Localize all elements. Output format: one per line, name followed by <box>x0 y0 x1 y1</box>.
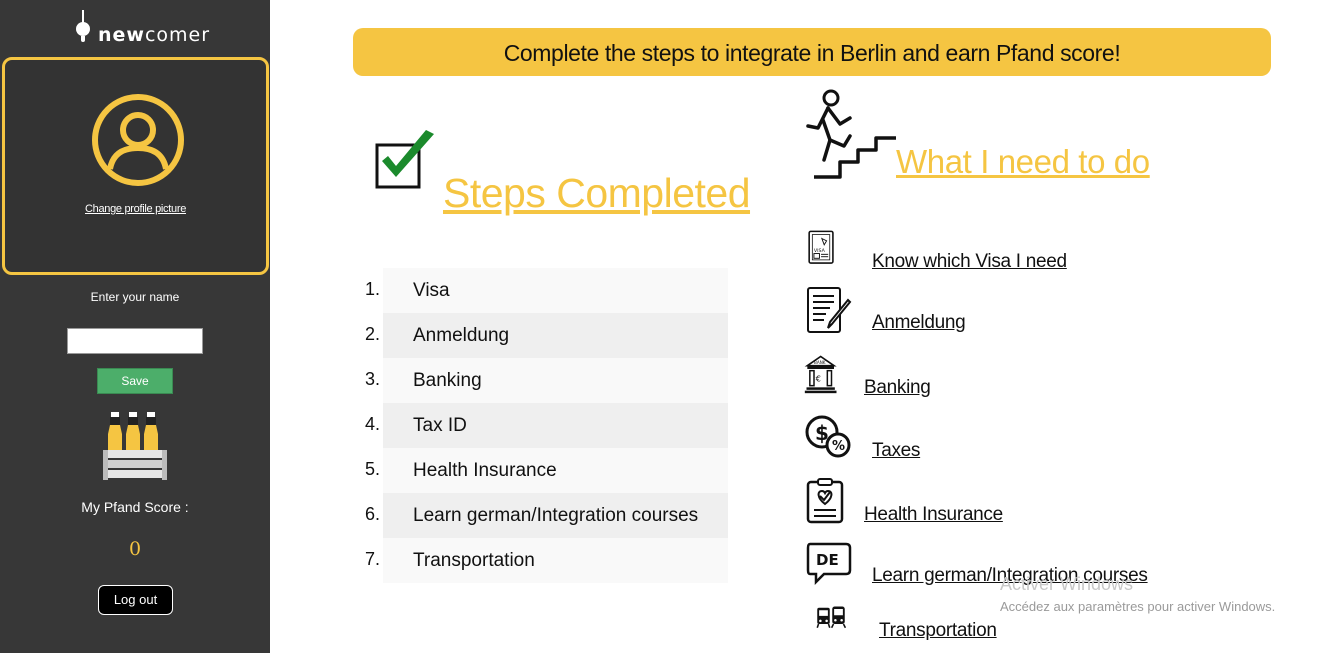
logout-button[interactable]: Log out <box>98 585 173 615</box>
svg-text:VISA: VISA <box>814 248 826 254</box>
step-label: Banking <box>383 358 728 403</box>
clipboard-heart-icon <box>806 478 844 524</box>
newcomer-logo[interactable]: newcomer <box>74 10 214 50</box>
enter-name-label: Enter your name <box>90 290 180 304</box>
pfand-score-label: My Pfand Score : <box>81 499 189 515</box>
step-number: 5. <box>364 459 380 479</box>
step-label: Health Insurance <box>383 448 728 493</box>
todo-label[interactable]: Taxes <box>872 440 920 462</box>
visa-document-icon: VISA <box>808 230 834 264</box>
step-number: 7. <box>364 549 380 569</box>
list-item: 2. Anmeldung <box>356 313 728 358</box>
steps-completed-title: Steps Completed <box>443 170 751 216</box>
list-item: 7. Transportation <box>356 538 728 583</box>
logo-pin-tail <box>81 36 85 42</box>
de-speech-bubble-icon: DE <box>806 542 852 586</box>
list-item: 3. Banking <box>356 358 728 403</box>
change-profile-picture-link[interactable]: Change profile picture <box>5 203 266 215</box>
name-input[interactable] <box>67 328 203 354</box>
form-document-icon <box>807 287 852 333</box>
steps-completed-list: 1. Visa 2. Anmeldung 3. Banking 4. Tax I… <box>356 268 728 583</box>
integration-banner: Complete the steps to integrate in Berli… <box>353 28 1271 76</box>
step-number: 3. <box>364 369 380 389</box>
todo-label[interactable]: Transportation <box>879 620 997 642</box>
svg-text:%: % <box>832 439 845 454</box>
step-number: 1. <box>364 279 380 299</box>
profile-card: Change profile picture <box>2 57 269 275</box>
svg-text:€: € <box>816 374 821 384</box>
list-item: 4. Tax ID <box>356 403 728 448</box>
list-item: 5. Health Insurance <box>356 448 728 493</box>
step-label: Tax ID <box>383 403 728 448</box>
beer-crate-icon <box>103 412 167 480</box>
windows-activation-subtitle: Accédez aux paramètres pour activer Wind… <box>1000 599 1276 614</box>
list-item: 6. Learn german/Integration courses <box>356 493 728 538</box>
step-label: Anmeldung <box>383 313 728 358</box>
todo-label[interactable]: Know which Visa I need <box>872 251 1067 273</box>
checkbox-checked-icon <box>375 130 434 189</box>
todo-label[interactable]: Banking <box>864 377 931 399</box>
todo-label[interactable]: Health Insurance <box>864 504 1003 526</box>
user-avatar-icon[interactable] <box>91 93 185 187</box>
person-climbing-stairs-icon <box>806 89 896 179</box>
list-item: 1. Visa <box>356 268 728 313</box>
svg-text:BANK: BANK <box>814 360 826 365</box>
step-label: Learn german/Integration courses <box>383 493 728 538</box>
todo-label[interactable]: Anmeldung <box>872 312 966 334</box>
logo-pin-icon <box>76 22 90 36</box>
pfand-score-value: 0 <box>128 538 142 560</box>
sidebar: newcomer Change profile picture Enter yo… <box>0 0 270 653</box>
step-number: 6. <box>364 504 380 524</box>
tax-coins-icon: $ % <box>805 415 851 458</box>
step-label: Transportation <box>383 538 728 583</box>
bank-icon: BANK € <box>804 355 837 394</box>
step-number: 2. <box>364 324 380 344</box>
svg-text:DE: DE <box>816 551 839 569</box>
bus-train-icon <box>816 606 846 629</box>
what-i-need-to-do-title: What I need to do <box>896 143 1150 180</box>
step-number: 4. <box>364 414 380 434</box>
logo-brand-text: newcomer <box>98 24 211 46</box>
step-label: Visa <box>383 268 728 313</box>
windows-activation-title: Activer Windows <box>1000 574 1134 594</box>
save-button[interactable]: Save <box>97 368 173 394</box>
